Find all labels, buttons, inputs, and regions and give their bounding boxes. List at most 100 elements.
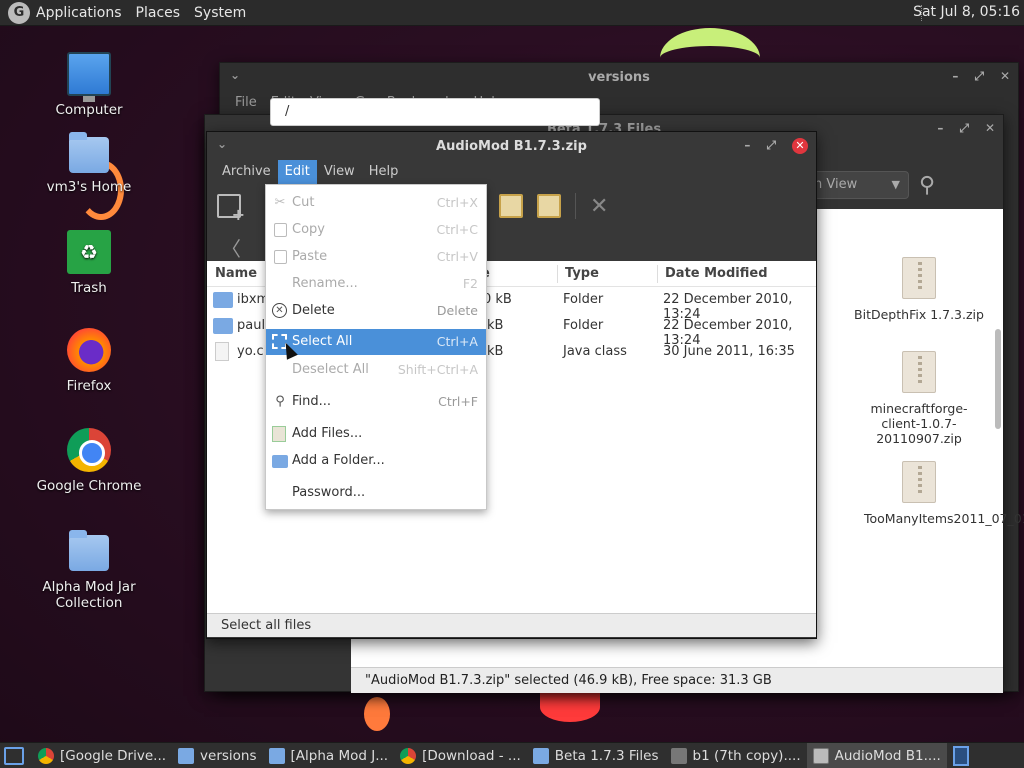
- paste-icon: [274, 250, 287, 264]
- menu-edit[interactable]: Edit: [277, 160, 317, 184]
- desktop-icon-trash[interactable]: ♻ Trash: [34, 230, 144, 296]
- file-name: TooManyItems2011_07_01.zip: [864, 511, 1024, 526]
- desktop-icon-label: Alpha Mod Jar Collection: [42, 579, 136, 611]
- minimize-icon[interactable]: –: [744, 138, 750, 154]
- location-path-input[interactable]: /: [270, 98, 600, 126]
- desktop-icon-label: Computer: [55, 102, 123, 118]
- taskbar: [Google Drive... versions [Alpha Mod J..…: [0, 742, 1024, 768]
- taskbar-item[interactable]: [Alpha Mod J...: [263, 743, 395, 768]
- titlebar[interactable]: ⌄ AudioMod B1.7.3.zip – ⤢ ✕: [207, 132, 816, 160]
- desktop-icon-firefox[interactable]: Firefox: [34, 328, 144, 394]
- close-icon[interactable]: ✕: [985, 121, 995, 136]
- system-menu[interactable]: System: [194, 5, 246, 21]
- menu-item-deselect-all[interactable]: Deselect All Shift+Ctrl+A: [266, 357, 486, 383]
- minimize-icon[interactable]: –: [952, 69, 958, 84]
- show-desktop-icon[interactable]: [4, 746, 24, 765]
- chevron-down-icon[interactable]: ⌄: [230, 68, 240, 82]
- menu-view[interactable]: View: [317, 160, 362, 184]
- menu-item-password[interactable]: Password...: [266, 480, 486, 506]
- chrome-icon: [38, 747, 54, 764]
- desktop-icon-chrome[interactable]: Google Chrome: [34, 428, 144, 494]
- stop-icon[interactable]: ✕: [590, 194, 608, 219]
- new-archive-icon[interactable]: [217, 194, 245, 224]
- taskbar-item[interactable]: b1 (7th copy)....: [665, 743, 807, 768]
- titlebar[interactable]: ⌄ versions – ⤢ ✕: [220, 63, 1018, 91]
- taskbar-item[interactable]: [Download - ...: [394, 743, 527, 768]
- desktop-icon-label: Google Chrome: [36, 478, 142, 494]
- folder-icon: [532, 747, 549, 764]
- file-tile[interactable]: minecraftforge-client-1.0.7-20110907.zip: [849, 351, 989, 446]
- menu-item-delete[interactable]: ✕ Delete Delete: [266, 298, 486, 324]
- gnome-foot-icon[interactable]: G: [8, 1, 30, 24]
- taskbar-item[interactable]: [Google Drive...: [32, 743, 172, 768]
- zip-file-icon: [902, 461, 936, 503]
- close-icon[interactable]: ✕: [792, 138, 808, 154]
- copy-icon: [274, 223, 287, 237]
- taskbar-item[interactable]: versions: [172, 743, 262, 768]
- top-panel: G Applications Places System Sat Jul 8, …: [0, 0, 1024, 26]
- menu-help[interactable]: Help: [362, 160, 406, 184]
- column-date[interactable]: Date Modified: [665, 266, 768, 281]
- row-size: kB: [487, 318, 504, 333]
- status-bar: "AudioMod B1.7.3.zip" selected (46.9 kB)…: [351, 667, 1003, 693]
- folder-icon: [213, 292, 233, 308]
- zip-file-icon: [902, 351, 936, 393]
- places-menu[interactable]: Places: [136, 5, 181, 21]
- window-title: AudioMod B1.7.3.zip: [436, 138, 587, 154]
- minimize-icon[interactable]: –: [937, 121, 943, 136]
- search-icon[interactable]: ⚲: [919, 173, 935, 198]
- maximize-icon[interactable]: ⤢: [766, 138, 776, 154]
- column-divider[interactable]: [657, 265, 658, 283]
- workspace-switcher[interactable]: [952, 745, 969, 766]
- java-file-icon: [215, 342, 229, 361]
- folder-icon: [69, 530, 109, 571]
- menubar: Archive Edit View Help: [207, 160, 816, 184]
- menu-item-add-folder[interactable]: Add a Folder...: [266, 448, 486, 474]
- scrollbar[interactable]: [995, 329, 1001, 429]
- menu-item-cut[interactable]: ✂ Cut Ctrl+X: [266, 190, 486, 216]
- menu-file[interactable]: File: [228, 91, 264, 115]
- row-type: Folder: [563, 292, 604, 307]
- folder-icon: [268, 747, 285, 764]
- toolbar-separator: [575, 193, 576, 219]
- taskbar-item[interactable]: Beta 1.7.3 Files: [527, 743, 665, 768]
- file-tile[interactable]: BitDepthFix 1.7.3.zip: [849, 257, 989, 322]
- window-controls: – ⤢ ✕: [952, 69, 1010, 84]
- status-bar: Select all files: [207, 613, 816, 637]
- wallpaper-red-blob: [540, 692, 600, 722]
- column-divider[interactable]: [557, 265, 558, 283]
- window-controls: – ⤢ ✕: [937, 121, 995, 136]
- delete-icon: ✕: [272, 303, 287, 318]
- clock[interactable]: Sat Jul 8, 05:16: [913, 4, 1020, 20]
- back-arrow-icon[interactable]: 〈: [221, 233, 241, 262]
- folder-icon: [213, 318, 233, 334]
- wallpaper-orange-dot: [364, 697, 390, 731]
- menu-item-add-files[interactable]: Add Files...: [266, 421, 486, 447]
- menu-archive[interactable]: Archive: [215, 160, 278, 184]
- desktop-icon-home[interactable]: vm3's Home: [34, 132, 144, 195]
- maximize-icon[interactable]: ⤢: [974, 69, 984, 84]
- extract-icon[interactable]: [499, 194, 523, 218]
- column-name[interactable]: Name: [215, 266, 257, 281]
- file-tile[interactable]: TooManyItems2011_07_01.zip: [849, 461, 1024, 526]
- desktop-icon-alpha-mod[interactable]: Alpha Mod Jar Collection: [34, 530, 144, 611]
- menu-item-paste[interactable]: Paste Ctrl+V: [266, 244, 486, 270]
- applications-menu[interactable]: Applications: [36, 5, 122, 21]
- desktop-icon-label: Trash: [71, 280, 107, 296]
- menu-item-rename[interactable]: Rename... F2: [266, 271, 486, 297]
- close-icon[interactable]: ✕: [1000, 69, 1010, 84]
- chevron-down-icon[interactable]: ⌄: [217, 137, 227, 151]
- maximize-icon[interactable]: ⤢: [959, 121, 969, 136]
- desktop-icon-computer[interactable]: Computer: [34, 52, 144, 118]
- chrome-icon: [67, 428, 111, 472]
- menu-item-copy[interactable]: Copy Ctrl+C: [266, 217, 486, 243]
- row-size: kB: [487, 344, 504, 359]
- menu-item-find[interactable]: ⚲ Find... Ctrl+F: [266, 389, 486, 415]
- taskbar-item-active[interactable]: AudioMod B1....: [806, 742, 947, 768]
- menu-item-select-all[interactable]: Select All Ctrl+A: [266, 329, 486, 355]
- beta-toolbar: n View ⚲: [799, 171, 935, 199]
- add-to-archive-icon[interactable]: [537, 194, 561, 218]
- row-type: Folder: [563, 318, 604, 333]
- archive-icon: [812, 747, 829, 764]
- column-type[interactable]: Type: [565, 266, 599, 281]
